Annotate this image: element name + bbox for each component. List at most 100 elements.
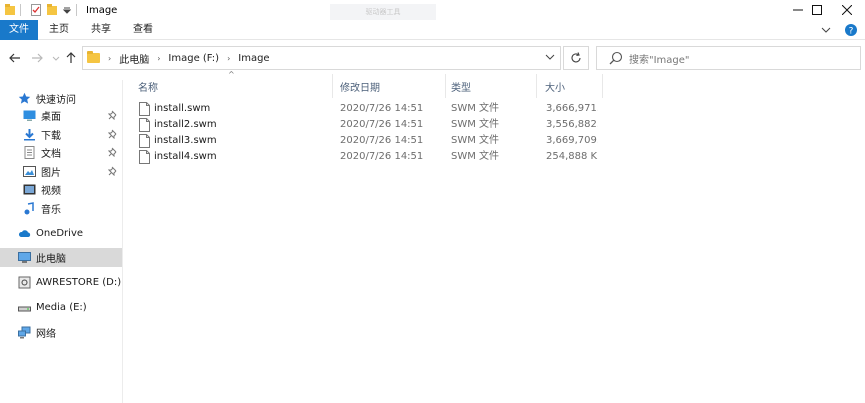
sidebar-item-this-pc[interactable]: 此电脑 (0, 248, 122, 267)
customize-toolbar-icon[interactable] (63, 6, 71, 14)
pin-icon[interactable] (108, 129, 118, 139)
tab-file[interactable]: 文件 (0, 19, 38, 40)
sidebar-item-label: 图片 (41, 168, 61, 179)
breadcrumb-separator[interactable]: › (108, 54, 111, 63)
address-history-icon[interactable] (545, 52, 555, 62)
sidebar-item-label: 此电脑 (36, 254, 66, 265)
refresh-button[interactable] (563, 46, 589, 70)
sidebar-item-label: 文档 (41, 149, 61, 160)
help-icon[interactable]: ? (845, 24, 857, 36)
sidebar-item-downloads[interactable]: 下载 (0, 125, 122, 144)
sidebar-item-label: OneDrive (36, 228, 84, 239)
file-type: SWM 文件 (451, 135, 500, 146)
sidebar-item-label: 桌面 (41, 112, 61, 123)
file-date: 2020/7/26 14:51 (340, 135, 424, 146)
tab-share[interactable]: 共享 (80, 20, 122, 40)
music-icon (24, 202, 34, 215)
pin-icon[interactable] (108, 147, 118, 157)
search-box[interactable]: 搜索"Image" (596, 46, 861, 70)
ribbon-tabs: 文件 主页 共享 查看 ? (0, 19, 865, 40)
contextual-tab-label: 驱动器工具 (330, 4, 436, 20)
file-icon (139, 118, 150, 132)
maximize-icon (812, 5, 822, 15)
column-divider[interactable] (536, 74, 537, 98)
sidebar-item-music[interactable]: 音乐 (0, 199, 122, 218)
file-name: install4.swm (154, 151, 217, 162)
sidebar-item-onedrive[interactable]: OneDrive (0, 224, 122, 243)
file-row[interactable]: install4.swm 2020/7/26 14:51 SWM 文件 254,… (134, 149, 604, 165)
computer-icon (18, 252, 31, 263)
breadcrumb-folder[interactable]: Image (238, 53, 269, 64)
pin-icon[interactable] (108, 110, 118, 120)
file-icon (139, 134, 150, 148)
sidebar-item-awrestore-drive[interactable]: AWRESTORE (D:) (0, 273, 122, 292)
navigation-pane: 快速访问 桌面 下载 文档 图片 视频 音乐 OneDrive 此电脑 AWRE… (0, 80, 123, 403)
column-header-name[interactable]: 名称 (138, 80, 158, 98)
sidebar-item-label: 快速访问 (36, 95, 76, 106)
search-placeholder: 搜索"Image" (629, 54, 690, 66)
cloud-icon (18, 230, 31, 237)
sidebar-item-media-drive[interactable]: Media (E:) (0, 298, 122, 317)
tab-home[interactable]: 主页 (38, 20, 80, 40)
file-icon (139, 150, 150, 164)
close-button[interactable] (829, 0, 865, 20)
close-icon (842, 5, 852, 15)
back-button[interactable] (8, 49, 22, 67)
refresh-icon (571, 52, 581, 63)
sort-ascending-icon: ^ (228, 70, 235, 79)
file-row[interactable]: install2.swm 2020/7/26 14:51 SWM 文件 3,55… (134, 117, 604, 133)
back-arrow-icon (9, 53, 20, 63)
tab-view[interactable]: 查看 (122, 20, 164, 40)
toolbar-divider (20, 4, 21, 16)
address-bar[interactable]: › 此电脑 › Image (F:) › Image (82, 46, 561, 70)
expand-ribbon-icon[interactable] (821, 25, 831, 35)
title-bar: Image 驱动器工具 (0, 0, 865, 20)
properties-icon[interactable] (31, 4, 41, 16)
file-name: install3.swm (154, 135, 217, 146)
breadcrumb-drive[interactable]: Image (F:) (168, 53, 219, 64)
file-size: 254,888 KB (546, 151, 598, 162)
file-date: 2020/7/26 14:51 (340, 119, 424, 130)
column-header-size[interactable]: 大小 (545, 80, 565, 98)
file-type: SWM 文件 (451, 103, 500, 114)
column-divider[interactable] (332, 74, 333, 98)
pin-icon[interactable] (108, 166, 118, 176)
up-button[interactable] (64, 49, 78, 67)
file-icon (139, 102, 150, 116)
sidebar-item-label: Media (E:) (36, 302, 87, 313)
desktop-icon (23, 110, 36, 121)
sidebar-item-desktop[interactable]: 桌面 (0, 106, 122, 125)
file-type: SWM 文件 (451, 151, 500, 162)
column-header-type[interactable]: 类型 (451, 80, 471, 98)
ribbon-right-controls: ? (821, 20, 865, 40)
column-header-date[interactable]: 修改日期 (340, 80, 380, 98)
file-row[interactable]: install.swm 2020/7/26 14:51 SWM 文件 3,666… (134, 101, 604, 117)
column-divider[interactable] (602, 74, 603, 98)
sidebar-item-videos[interactable]: 视频 (0, 180, 122, 199)
forward-button[interactable] (30, 49, 44, 67)
file-row[interactable]: install3.swm 2020/7/26 14:51 SWM 文件 3,66… (134, 133, 604, 149)
recent-locations-button[interactable] (49, 49, 63, 67)
star-icon (18, 92, 31, 104)
sidebar-item-documents[interactable]: 文档 (0, 143, 122, 162)
folder-icon (87, 51, 100, 63)
file-date: 2020/7/26 14:51 (340, 103, 424, 114)
pictures-icon (23, 166, 36, 177)
column-divider[interactable] (445, 74, 446, 98)
drive-icon (18, 276, 31, 289)
file-date: 2020/7/26 14:51 (340, 151, 424, 162)
search-icon (609, 51, 623, 65)
file-name: install2.swm (154, 119, 217, 130)
breadcrumb-this-pc[interactable]: 此电脑 (119, 51, 149, 66)
folder-icon[interactable] (5, 4, 15, 16)
breadcrumb-separator[interactable]: › (227, 54, 230, 63)
sidebar-item-network[interactable]: 网络 (0, 323, 122, 342)
sidebar-item-label: 网络 (36, 329, 56, 340)
document-icon (24, 146, 35, 159)
toolbar-divider (76, 4, 77, 16)
file-size: 3,556,882... (546, 119, 598, 130)
file-size: 3,669,709... (546, 135, 598, 146)
new-folder-icon[interactable] (47, 4, 57, 16)
breadcrumb-separator[interactable]: › (157, 54, 160, 63)
sidebar-item-pictures[interactable]: 图片 (0, 162, 122, 181)
